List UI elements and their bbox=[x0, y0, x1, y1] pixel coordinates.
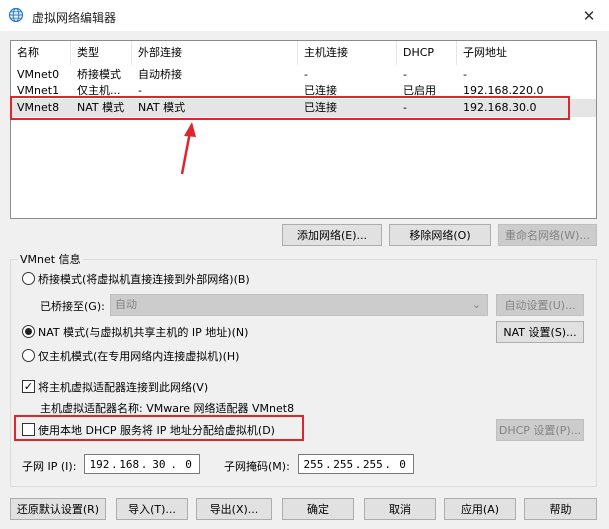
cell-dhcp: - bbox=[403, 101, 407, 114]
cell-name: VMnet0 bbox=[17, 68, 60, 81]
cell-subnet: 192.168.220.0 bbox=[463, 84, 544, 97]
close-icon: ✕ bbox=[582, 6, 596, 25]
column-header-dhcp[interactable]: DHCP bbox=[397, 41, 457, 65]
subnet-ip-input[interactable]: 192. 168. 30. 0 bbox=[84, 454, 200, 474]
window-title: 虚拟网络编辑器 bbox=[32, 11, 117, 25]
subnet-ip-octet: 30 bbox=[152, 457, 166, 471]
add-network-button[interactable]: 添加网络(E)... bbox=[282, 224, 382, 246]
cell-external: 自动桥接 bbox=[138, 68, 182, 81]
subnet-mask-input[interactable]: 255. 255. 255. 0 bbox=[298, 454, 414, 474]
table-row[interactable]: VMnet0 桥接模式 自动桥接 - - - bbox=[11, 67, 596, 83]
nat-mode-radio[interactable] bbox=[22, 325, 35, 338]
ip-dot: . bbox=[170, 457, 177, 471]
chevron-down-icon: ⌄ bbox=[471, 298, 481, 311]
cell-name: VMnet1 bbox=[17, 84, 60, 97]
ip-dot: . bbox=[384, 457, 391, 471]
remove-network-button[interactable]: 移除网络(O) bbox=[389, 224, 491, 246]
column-header-type[interactable]: 类型 bbox=[71, 41, 132, 65]
import-button[interactable]: 导入(T)... bbox=[116, 498, 188, 520]
subnet-ip-octet: 192 bbox=[89, 457, 110, 471]
subnet-ip-octet: 168 bbox=[119, 457, 140, 471]
dhcp-checkbox[interactable] bbox=[22, 423, 35, 436]
connect-adapter-label: 将主机虚拟适配器连接到此网络(V) bbox=[38, 381, 209, 394]
close-button[interactable]: ✕ bbox=[569, 0, 609, 31]
subnet-mask-octet: 0 bbox=[399, 457, 406, 471]
cell-dhcp: - bbox=[403, 68, 407, 81]
host-only-mode-radio[interactable] bbox=[22, 349, 35, 362]
bridged-to-label: 已桥接至(G): bbox=[40, 300, 105, 313]
rename-network-button[interactable]: 重命名网络(W)... bbox=[498, 224, 597, 246]
annotation-arrow-icon bbox=[180, 122, 196, 175]
column-header-subnet[interactable]: 子网地址 bbox=[457, 41, 598, 65]
cell-host: - bbox=[304, 68, 308, 81]
cell-host: 已连接 bbox=[304, 84, 337, 97]
ip-dot: . bbox=[140, 457, 148, 471]
bridged-to-value: 自动 bbox=[115, 298, 137, 311]
cell-dhcp: 已启用 bbox=[403, 84, 436, 97]
network-list[interactable]: 名称 类型 外部连接 主机连接 DHCP 子网地址 VMnet0 桥接模式 自动… bbox=[10, 40, 597, 219]
ip-dot: . bbox=[111, 457, 118, 471]
subnet-mask-octet: 255 bbox=[362, 457, 383, 471]
cell-name: VMnet8 bbox=[17, 101, 60, 114]
cell-subnet: 192.168.30.0 bbox=[463, 101, 537, 114]
list-header: 名称 类型 外部连接 主机连接 DHCP 子网地址 bbox=[11, 41, 596, 65]
cancel-button[interactable]: 取消 bbox=[364, 498, 436, 520]
cell-external: NAT 模式 bbox=[138, 101, 186, 114]
checkmark-icon: ✓ bbox=[23, 380, 34, 393]
apply-button[interactable]: 应用(A) bbox=[444, 498, 516, 520]
column-header-host[interactable]: 主机连接 bbox=[298, 41, 397, 65]
subnet-mask-label: 子网掩码(M): bbox=[224, 460, 290, 473]
table-row-selected[interactable]: VMnet8 NAT 模式 NAT 模式 已连接 - 192.168.30.0 bbox=[11, 99, 596, 117]
cell-external: - bbox=[138, 84, 142, 97]
connect-adapter-checkbox[interactable]: ✓ bbox=[22, 380, 35, 393]
bridged-mode-label: 桥接模式(将虚拟机直接连接到外部网络)(B) bbox=[38, 273, 250, 286]
subnet-mask-octet: 255 bbox=[333, 457, 354, 471]
nat-mode-label: NAT 模式(与虚拟机共享主机的 IP 地址)(N) bbox=[38, 326, 249, 339]
network-globe-icon bbox=[8, 7, 24, 23]
table-row[interactable]: VMnet1 仅主机... - 已连接 已启用 192.168.220.0 bbox=[11, 83, 596, 99]
ip-dot: . bbox=[325, 457, 332, 471]
auto-settings-button[interactable]: 自动设置(U)... bbox=[496, 294, 584, 316]
cell-type: 桥接模式 bbox=[77, 68, 121, 81]
restore-defaults-button[interactable]: 还原默认设置(R) bbox=[10, 498, 106, 520]
host-only-mode-label: 仅主机模式(在专用网络内连接虚拟机)(H) bbox=[38, 350, 240, 363]
column-header-external[interactable]: 外部连接 bbox=[132, 41, 298, 65]
export-button[interactable]: 导出(X)... bbox=[196, 498, 272, 520]
dhcp-label: 使用本地 DHCP 服务将 IP 地址分配给虚拟机(D) bbox=[38, 424, 275, 437]
help-button[interactable]: 帮助 bbox=[524, 498, 597, 520]
vmnet-info-label: VMnet 信息 bbox=[18, 251, 83, 267]
dhcp-settings-button[interactable]: DHCP 设置(P)... bbox=[496, 419, 584, 441]
subnet-mask-octet: 255 bbox=[303, 457, 324, 471]
title-bar: 虚拟网络编辑器 ✕ bbox=[0, 0, 609, 31]
bridged-mode-radio[interactable] bbox=[22, 272, 35, 285]
ip-dot: . bbox=[354, 457, 362, 471]
bridged-to-select[interactable]: 自动 ⌄ bbox=[110, 294, 488, 316]
cell-type: 仅主机... bbox=[77, 84, 121, 97]
subnet-ip-label: 子网 IP (I): bbox=[22, 460, 77, 473]
adapter-name-text: 主机虚拟适配器名称: VMware 网络适配器 VMnet8 bbox=[40, 402, 295, 415]
cell-type: NAT 模式 bbox=[77, 101, 125, 114]
cell-host: 已连接 bbox=[304, 101, 337, 114]
cell-subnet: - bbox=[463, 68, 467, 81]
column-header-name[interactable]: 名称 bbox=[11, 41, 71, 65]
ok-button[interactable]: 确定 bbox=[282, 498, 354, 520]
nat-settings-button[interactable]: NAT 设置(S)... bbox=[496, 321, 584, 343]
subnet-ip-octet: 0 bbox=[185, 457, 192, 471]
